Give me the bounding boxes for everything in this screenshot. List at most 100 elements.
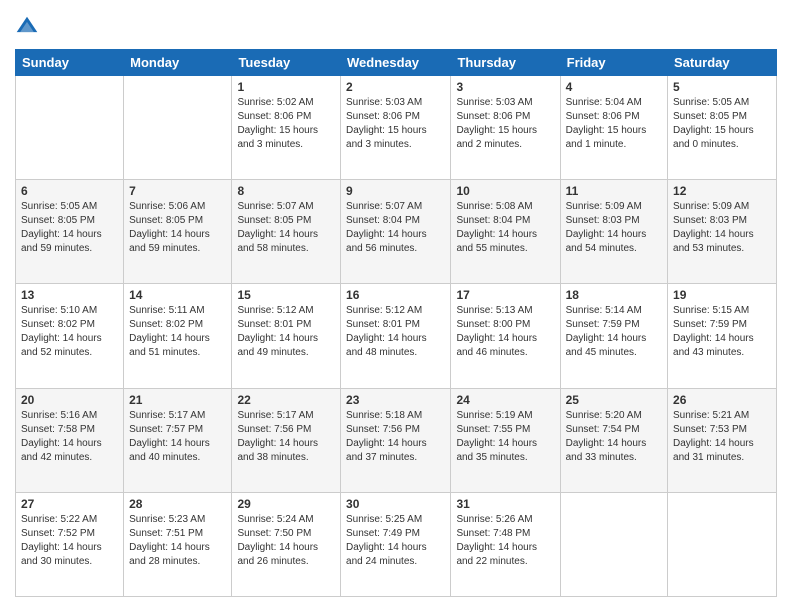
day-number: 7 (129, 184, 226, 198)
day-number: 17 (456, 288, 554, 302)
day-info: Sunrise: 5:15 AM Sunset: 7:59 PM Dayligh… (673, 304, 771, 360)
day-info: Sunrise: 5:07 AM Sunset: 8:05 PM Dayligh… (237, 200, 335, 256)
day-info: Sunrise: 5:16 AM Sunset: 7:58 PM Dayligh… (21, 409, 118, 465)
day-number: 20 (21, 393, 118, 407)
weekday-header-row: SundayMondayTuesdayWednesdayThursdayFrid… (16, 50, 777, 76)
calendar-cell: 16 Sunrise: 5:12 AM Sunset: 8:01 PM Dayli… (341, 284, 451, 388)
calendar-cell: 1Sunrise: 5:02 AM Sunset: 8:06 PM Daylig… (232, 76, 341, 180)
weekday-header-saturday: Saturday (668, 50, 777, 76)
calendar-cell: 14 Sunrise: 5:11 AM Sunset: 8:02 PM Dayli… (124, 284, 232, 388)
calendar-cell: 19 Sunrise: 5:15 AM Sunset: 7:59 PM Dayli… (668, 284, 777, 388)
weekday-header-thursday: Thursday (451, 50, 560, 76)
day-info: Sunrise: 5:03 AM Sunset: 8:06 PM Dayligh… (346, 96, 445, 152)
calendar-cell: 23 Sunrise: 5:18 AM Sunset: 7:56 PM Dayli… (341, 388, 451, 492)
calendar-cell: 29 Sunrise: 5:24 AM Sunset: 7:50 PM Dayli… (232, 492, 341, 596)
day-number: 9 (346, 184, 445, 198)
calendar-cell: 9 Sunrise: 5:07 AM Sunset: 8:04 PM Daylig… (341, 180, 451, 284)
calendar-cell (124, 76, 232, 180)
logo (15, 15, 43, 39)
calendar-cell: 22Sunrise: 5:17 AM Sunset: 7:56 PM Dayli… (232, 388, 341, 492)
weekday-header-tuesday: Tuesday (232, 50, 341, 76)
calendar-cell: 15Sunrise: 5:12 AM Sunset: 8:01 PM Dayli… (232, 284, 341, 388)
week-row-3: 13 Sunrise: 5:10 AM Sunset: 8:02 PM Dayli… (16, 284, 777, 388)
day-info: Sunrise: 5:21 AM Sunset: 7:53 PM Dayligh… (673, 409, 771, 465)
day-number: 31 (456, 497, 554, 511)
header (15, 15, 777, 39)
calendar-cell: 11Sunrise: 5:09 AM Sunset: 8:03 PM Dayli… (560, 180, 667, 284)
calendar-table: SundayMondayTuesdayWednesdayThursdayFrid… (15, 49, 777, 597)
calendar-cell (668, 492, 777, 596)
day-number: 10 (456, 184, 554, 198)
day-number: 16 (346, 288, 445, 302)
day-number: 26 (673, 393, 771, 407)
calendar-cell: 27 Sunrise: 5:22 AM Sunset: 7:52 PM Dayli… (16, 492, 124, 596)
day-info: Sunrise: 5:22 AM Sunset: 7:52 PM Dayligh… (21, 513, 118, 569)
day-number: 5 (673, 80, 771, 94)
day-number: 2 (346, 80, 445, 94)
weekday-header-wednesday: Wednesday (341, 50, 451, 76)
day-info: Sunrise: 5:13 AM Sunset: 8:00 PM Dayligh… (456, 304, 554, 360)
day-info: Sunrise: 5:14 AM Sunset: 7:59 PM Dayligh… (566, 304, 662, 360)
day-info: Sunrise: 5:25 AM Sunset: 7:49 PM Dayligh… (346, 513, 445, 569)
logo-icon (15, 15, 39, 39)
day-number: 27 (21, 497, 118, 511)
calendar-cell: 7 Sunrise: 5:06 AM Sunset: 8:05 PM Daylig… (124, 180, 232, 284)
calendar-cell: 8 Sunrise: 5:07 AM Sunset: 8:05 PM Daylig… (232, 180, 341, 284)
calendar-cell: 25 Sunrise: 5:20 AM Sunset: 7:54 PM Dayli… (560, 388, 667, 492)
day-info: Sunrise: 5:07 AM Sunset: 8:04 PM Dayligh… (346, 200, 445, 256)
weekday-header-sunday: Sunday (16, 50, 124, 76)
calendar-cell: 26 Sunrise: 5:21 AM Sunset: 7:53 PM Dayli… (668, 388, 777, 492)
day-number: 22 (237, 393, 335, 407)
day-info: Sunrise: 5:08 AM Sunset: 8:04 PM Dayligh… (456, 200, 554, 256)
day-info: Sunrise: 5:23 AM Sunset: 7:51 PM Dayligh… (129, 513, 226, 569)
day-info: Sunrise: 5:12 AM Sunset: 8:01 PM Dayligh… (346, 304, 445, 360)
day-info: Sunrise: 5:19 AM Sunset: 7:55 PM Dayligh… (456, 409, 554, 465)
day-number: 4 (566, 80, 662, 94)
day-info: Sunrise: 5:11 AM Sunset: 8:02 PM Dayligh… (129, 304, 226, 360)
calendar-cell: 13 Sunrise: 5:10 AM Sunset: 8:02 PM Dayli… (16, 284, 124, 388)
week-row-2: 6Sunrise: 5:05 AM Sunset: 8:05 PM Daylig… (16, 180, 777, 284)
calendar-cell: 4Sunrise: 5:04 AM Sunset: 8:06 PM Daylig… (560, 76, 667, 180)
calendar-cell (16, 76, 124, 180)
calendar-cell: 21Sunrise: 5:17 AM Sunset: 7:57 PM Dayli… (124, 388, 232, 492)
day-info: Sunrise: 5:24 AM Sunset: 7:50 PM Dayligh… (237, 513, 335, 569)
day-number: 24 (456, 393, 554, 407)
day-info: Sunrise: 5:05 AM Sunset: 8:05 PM Dayligh… (673, 96, 771, 152)
day-info: Sunrise: 5:09 AM Sunset: 8:03 PM Dayligh… (566, 200, 662, 256)
calendar-cell: 24 Sunrise: 5:19 AM Sunset: 7:55 PM Dayli… (451, 388, 560, 492)
day-number: 13 (21, 288, 118, 302)
day-info: Sunrise: 5:02 AM Sunset: 8:06 PM Dayligh… (237, 96, 335, 152)
calendar-cell: 6Sunrise: 5:05 AM Sunset: 8:05 PM Daylig… (16, 180, 124, 284)
calendar-cell: 12Sunrise: 5:09 AM Sunset: 8:03 PM Dayli… (668, 180, 777, 284)
day-number: 18 (566, 288, 662, 302)
weekday-header-monday: Monday (124, 50, 232, 76)
calendar-page: SundayMondayTuesdayWednesdayThursdayFrid… (0, 0, 792, 612)
day-number: 19 (673, 288, 771, 302)
day-number: 23 (346, 393, 445, 407)
day-info: Sunrise: 5:20 AM Sunset: 7:54 PM Dayligh… (566, 409, 662, 465)
day-number: 29 (237, 497, 335, 511)
day-number: 8 (237, 184, 335, 198)
calendar-cell: 2 Sunrise: 5:03 AM Sunset: 8:06 PM Daylig… (341, 76, 451, 180)
day-number: 25 (566, 393, 662, 407)
day-info: Sunrise: 5:17 AM Sunset: 7:57 PM Dayligh… (129, 409, 226, 465)
calendar-cell: 28 Sunrise: 5:23 AM Sunset: 7:51 PM Dayli… (124, 492, 232, 596)
day-number: 30 (346, 497, 445, 511)
week-row-1: 1Sunrise: 5:02 AM Sunset: 8:06 PM Daylig… (16, 76, 777, 180)
week-row-4: 20 Sunrise: 5:16 AM Sunset: 7:58 PM Dayli… (16, 388, 777, 492)
day-info: Sunrise: 5:06 AM Sunset: 8:05 PM Dayligh… (129, 200, 226, 256)
calendar-cell: 30 Sunrise: 5:25 AM Sunset: 7:49 PM Dayli… (341, 492, 451, 596)
week-row-5: 27 Sunrise: 5:22 AM Sunset: 7:52 PM Dayli… (16, 492, 777, 596)
calendar-cell: 20 Sunrise: 5:16 AM Sunset: 7:58 PM Dayli… (16, 388, 124, 492)
day-info: Sunrise: 5:03 AM Sunset: 8:06 PM Dayligh… (456, 96, 554, 152)
day-info: Sunrise: 5:10 AM Sunset: 8:02 PM Dayligh… (21, 304, 118, 360)
day-info: Sunrise: 5:05 AM Sunset: 8:05 PM Dayligh… (21, 200, 118, 256)
day-number: 3 (456, 80, 554, 94)
day-number: 15 (237, 288, 335, 302)
calendar-cell: 17 Sunrise: 5:13 AM Sunset: 8:00 PM Dayli… (451, 284, 560, 388)
day-info: Sunrise: 5:26 AM Sunset: 7:48 PM Dayligh… (456, 513, 554, 569)
day-info: Sunrise: 5:18 AM Sunset: 7:56 PM Dayligh… (346, 409, 445, 465)
day-number: 28 (129, 497, 226, 511)
day-number: 14 (129, 288, 226, 302)
day-info: Sunrise: 5:09 AM Sunset: 8:03 PM Dayligh… (673, 200, 771, 256)
